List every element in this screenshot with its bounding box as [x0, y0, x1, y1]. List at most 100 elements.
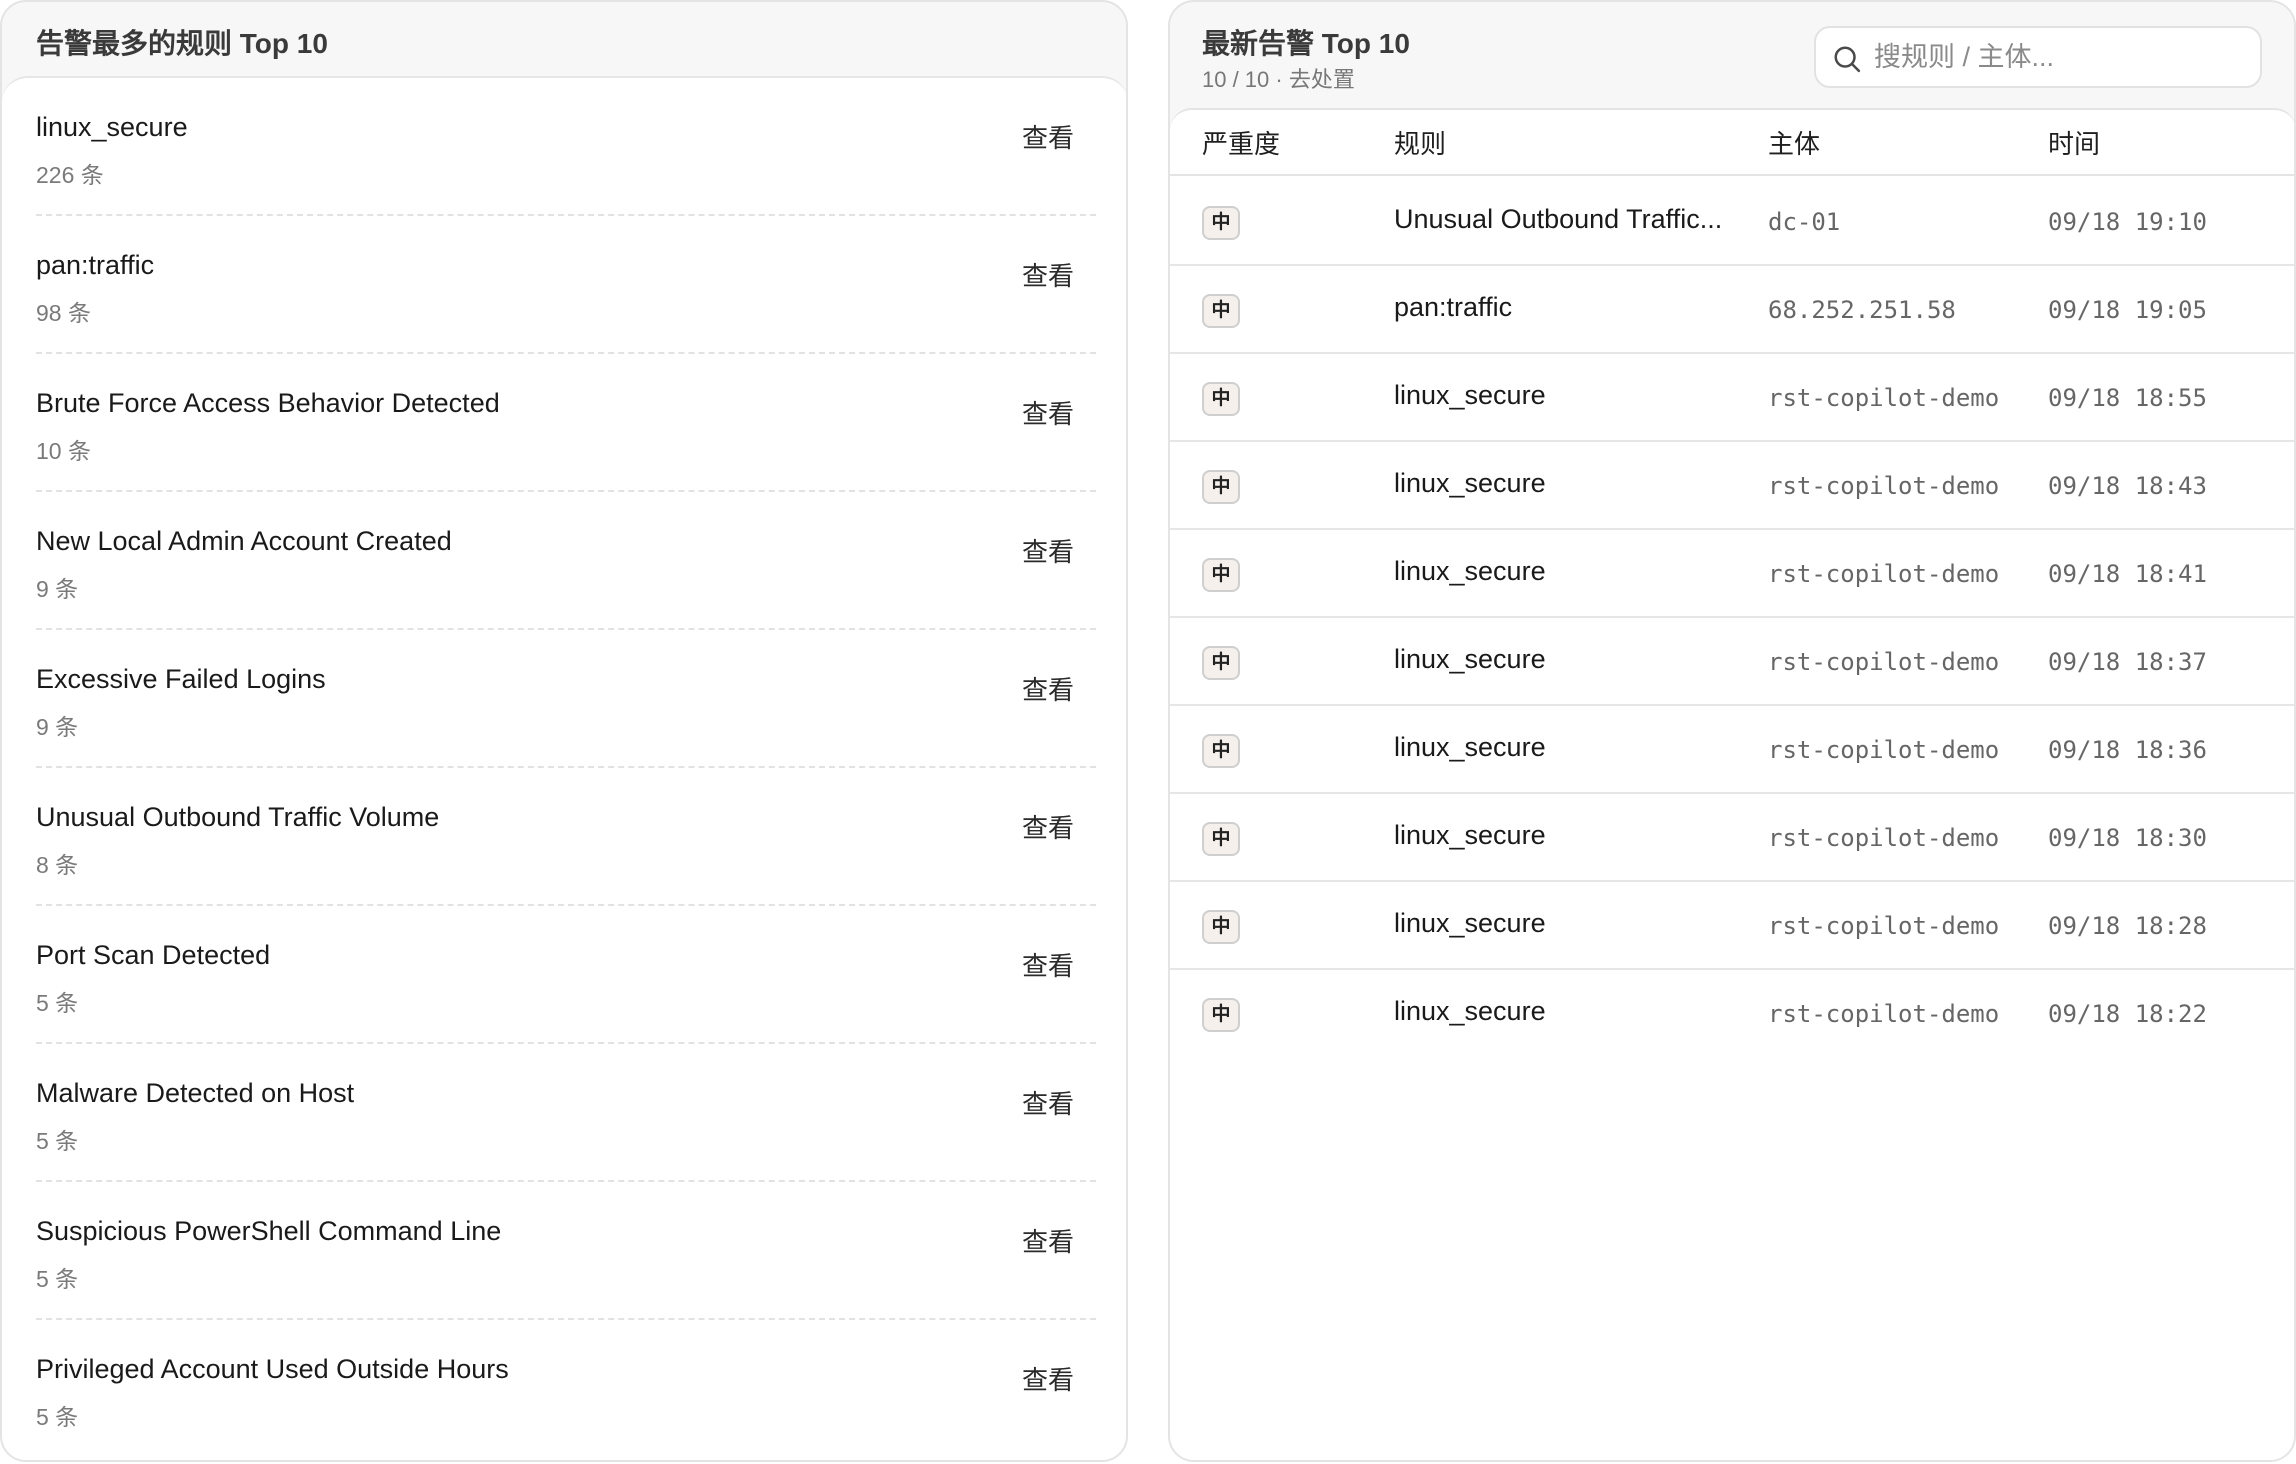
rule-name: pan:traffic — [36, 250, 155, 280]
severity-badge: 中 — [1202, 294, 1240, 328]
severity-badge: 中 — [1202, 998, 1240, 1032]
list-item: Suspicious PowerShell Command Line 5 条 查看 — [36, 1182, 1096, 1320]
rule-name: Brute Force Access Behavior Detected — [36, 388, 500, 418]
view-button[interactable]: 查看 — [1022, 808, 1074, 845]
alert-rule: linux_secure — [1394, 380, 1546, 410]
view-button[interactable]: 查看 — [1022, 946, 1074, 983]
alert-time: 09/18 18:30 — [2048, 824, 2207, 852]
rule-name: Suspicious PowerShell Command Line — [36, 1216, 502, 1246]
top-rules-title: 告警最多的规则 Top 10 — [36, 28, 328, 59]
alert-subject: rst-copilot-demo — [1768, 1000, 2000, 1028]
list-item: linux_secure 226 条 查看 — [36, 78, 1096, 216]
alert-time: 09/18 18:41 — [2048, 560, 2207, 588]
list-item: Excessive Failed Logins 9 条 查看 — [36, 630, 1096, 768]
column-header-severity: 严重度 — [1202, 129, 1281, 159]
rule-name: Privileged Account Used Outside Hours — [36, 1354, 509, 1384]
alert-rule: linux_secure — [1394, 996, 1546, 1026]
alert-subject: 68.252.251.58 — [1768, 296, 1956, 324]
table-row[interactable]: 中 linux_secure rst-copilot-demo 09/18 18:43 — [1170, 442, 2294, 530]
column-header-subject: 主体 — [1768, 129, 1821, 159]
table-row[interactable]: 中 linux_secure rst-copilot-demo 09/18 18:30 — [1170, 794, 2294, 882]
rule-count: 10 条 — [36, 438, 91, 464]
alert-rule: linux_secure — [1394, 644, 1546, 674]
alert-time: 09/18 18:36 — [2048, 736, 2207, 764]
alert-time: 09/18 18:37 — [2048, 648, 2207, 676]
alert-time: 09/18 19:10 — [2048, 208, 2207, 236]
list-item: Malware Detected on Host 5 条 查看 — [36, 1044, 1096, 1182]
latest-alerts-title: 最新告警 Top 10 — [1202, 28, 1410, 59]
rule-name: Malware Detected on Host — [36, 1078, 355, 1108]
table-row[interactable]: 中 linux_secure rst-copilot-demo 09/18 18:28 — [1170, 882, 2294, 970]
alert-rule: pan:traffic — [1394, 292, 1513, 322]
severity-badge: 中 — [1202, 822, 1240, 856]
table-row[interactable]: 中 linux_secure rst-copilot-demo 09/18 18:36 — [1170, 706, 2294, 794]
view-button[interactable]: 查看 — [1022, 256, 1074, 293]
top-rules-panel: 告警最多的规则 Top 10 linux_secure 226 条查看 pan:tr… — [0, 0, 1128, 1462]
severity-badge: 中 — [1202, 470, 1240, 504]
alert-rule: linux_secure — [1394, 468, 1546, 498]
rule-name: Excessive Failed Logins — [36, 664, 326, 694]
search-input[interactable] — [1874, 28, 2254, 86]
table-header: 严重度 规则 主体 时间 — [1170, 110, 2294, 176]
latest-alerts-subtitle: 10 / 10 · 去处置 — [1202, 67, 1355, 92]
alert-subject: rst-copilot-demo — [1768, 824, 2000, 852]
alert-rule: linux_secure — [1394, 732, 1546, 762]
view-button[interactable]: 查看 — [1022, 394, 1074, 431]
list-item: Brute Force Access Behavior Detected 10 条… — [36, 354, 1096, 492]
view-button[interactable]: 查看 — [1022, 532, 1074, 569]
alert-subject: rst-copilot-demo — [1768, 560, 2000, 588]
alert-time: 09/18 18:43 — [2048, 472, 2207, 500]
view-button[interactable]: 查看 — [1022, 1222, 1074, 1259]
latest-alerts-panel: 最新告警 Top 10 10 / 10 · 去处置 严重度 规则 主体 时间 中… — [1168, 0, 2296, 1462]
column-header-rule: 规则 — [1394, 129, 1447, 159]
view-button[interactable]: 查看 — [1022, 670, 1074, 707]
severity-badge: 中 — [1202, 206, 1240, 240]
rule-name: Port Scan Detected — [36, 940, 271, 970]
rule-name: Unusual Outbound Traffic Volume — [36, 802, 440, 832]
rule-count: 5 条 — [36, 1128, 79, 1154]
alert-subject: rst-copilot-demo — [1768, 736, 2000, 764]
alert-subject: rst-copilot-demo — [1768, 472, 2000, 500]
list-item: Unusual Outbound Traffic Volume 8 条 查看 — [36, 768, 1096, 906]
rule-count: 5 条 — [36, 1266, 79, 1292]
severity-badge: 中 — [1202, 646, 1240, 680]
search-icon — [1834, 46, 1861, 73]
alert-rule: Unusual Outbound Traffic... — [1394, 204, 1723, 234]
search-box[interactable] — [1814, 26, 2262, 88]
view-button[interactable]: 查看 — [1022, 1360, 1074, 1397]
severity-badge: 中 — [1202, 734, 1240, 768]
alert-time: 09/18 18:28 — [2048, 912, 2207, 940]
alert-rule: linux_secure — [1394, 556, 1546, 586]
table-row[interactable]: 中 linux_secure rst-copilot-demo 09/18 18:55 — [1170, 354, 2294, 442]
list-item: pan:traffic 98 条 查看 — [36, 216, 1096, 354]
rule-name: New Local Admin Account Created — [36, 526, 452, 556]
rule-count: 5 条 — [36, 1404, 79, 1430]
alert-time: 09/18 18:55 — [2048, 384, 2207, 412]
table-row[interactable]: 中 linux_secure rst-copilot-demo 09/18 18:41 — [1170, 530, 2294, 618]
rule-count: 98 条 — [36, 300, 91, 326]
table-row[interactable]: 中 Unusual Outbound Traffic... dc-01 09/18 1… — [1170, 178, 2294, 266]
view-button[interactable]: 查看 — [1022, 118, 1074, 155]
table-row[interactable]: 中 linux_secure rst-copilot-demo 09/18 18:37 — [1170, 618, 2294, 706]
list-item: Port Scan Detected 5 条 查看 — [36, 906, 1096, 1044]
rule-count: 8 条 — [36, 852, 79, 878]
view-button[interactable]: 查看 — [1022, 1084, 1074, 1121]
top-rules-list: linux_secure 226 条查看 pan:traffic 98 条查看 Brut… — [2, 76, 1126, 1460]
alert-rule: linux_secure — [1394, 908, 1546, 938]
rule-count: 9 条 — [36, 714, 79, 740]
rule-name: linux_secure — [36, 112, 188, 142]
rule-count: 5 条 — [36, 990, 79, 1016]
severity-badge: 中 — [1202, 382, 1240, 416]
alert-rule: linux_secure — [1394, 820, 1546, 850]
table-row[interactable]: 中 linux_secure rst-copilot-demo 09/18 18:22 — [1170, 970, 2294, 1058]
list-item: New Local Admin Account Created 9 条 查看 — [36, 492, 1096, 630]
alert-subject: rst-copilot-demo — [1768, 384, 2000, 412]
alert-time: 09/18 19:05 — [2048, 296, 2207, 324]
alert-time: 09/18 18:22 — [2048, 1000, 2207, 1028]
latest-alerts-table: 严重度 规则 主体 时间 中 Unusual Outbound Traffic..… — [1170, 108, 2294, 1460]
severity-badge: 中 — [1202, 558, 1240, 592]
rule-count: 226 条 — [36, 162, 104, 188]
severity-badge: 中 — [1202, 910, 1240, 944]
table-row[interactable]: 中 pan:traffic 68.252.251.58 09/18 19:05 — [1170, 266, 2294, 354]
alert-subject: rst-copilot-demo — [1768, 648, 2000, 676]
